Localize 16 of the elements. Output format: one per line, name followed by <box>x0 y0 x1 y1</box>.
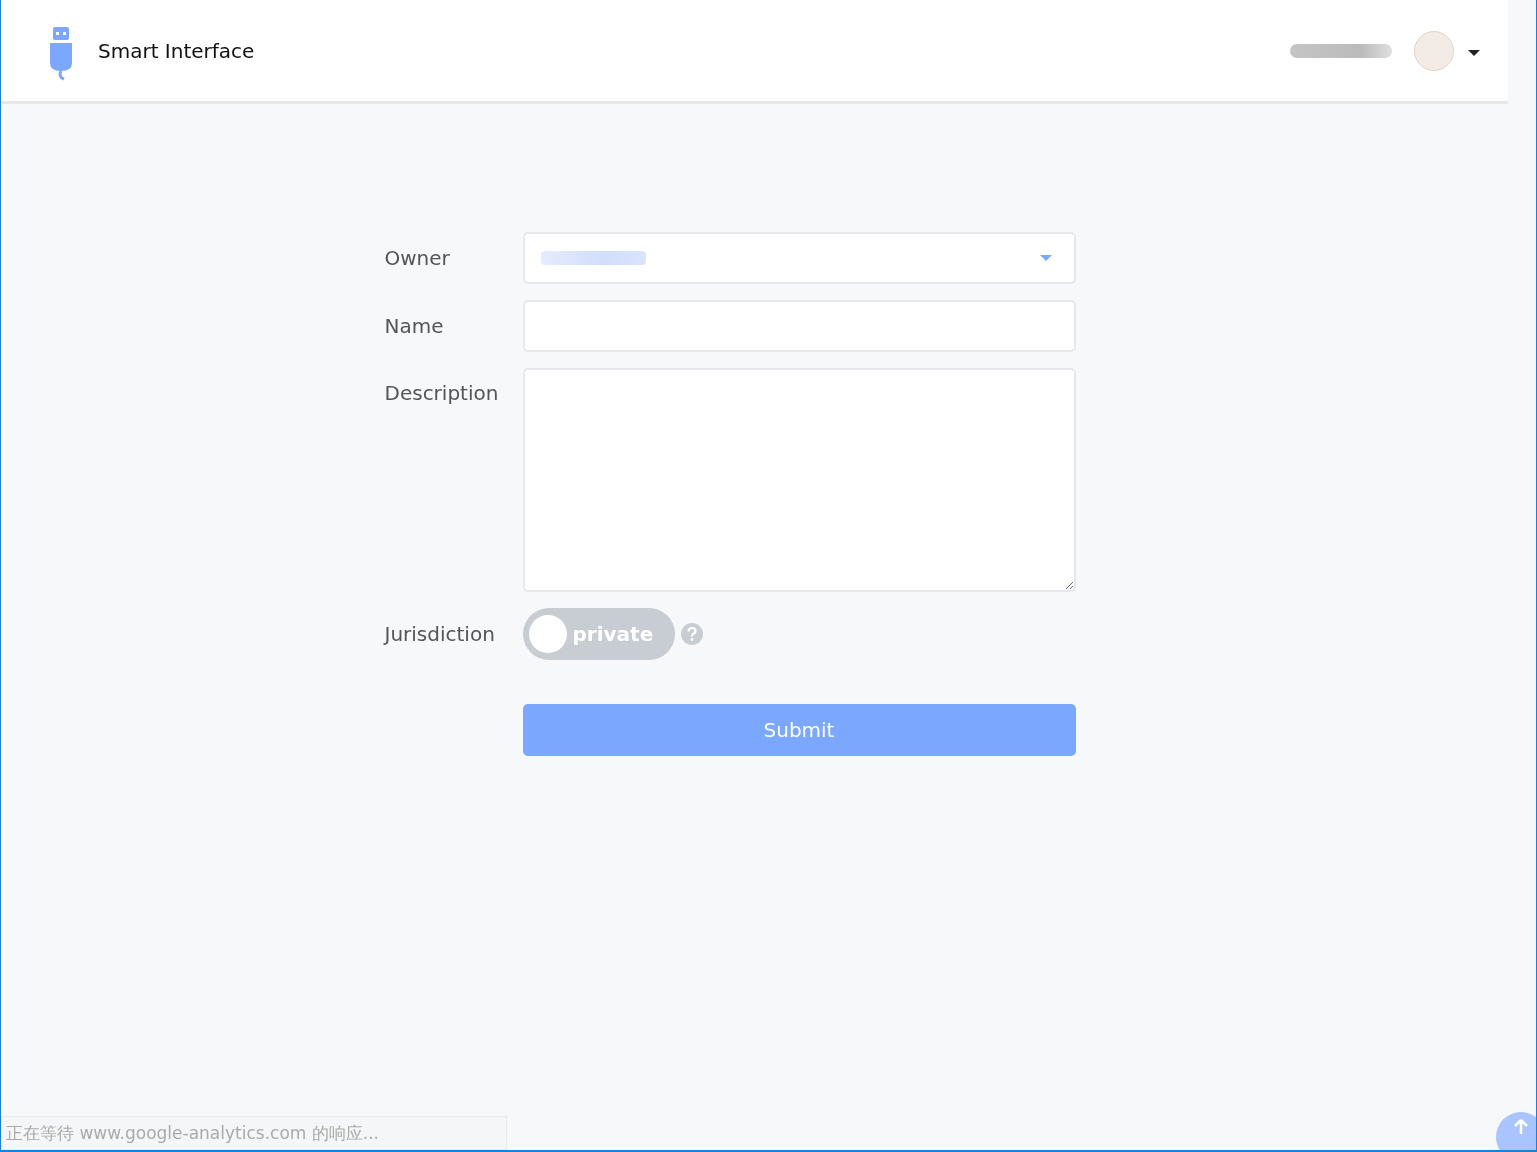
field-label: Description <box>384 380 500 407</box>
submit-button[interactable]: Submit <box>522 704 1076 756</box>
field-label: Jurisdiction <box>384 621 496 648</box>
arrow-up-icon <box>1513 1118 1529 1134</box>
avatar[interactable] <box>1414 30 1454 71</box>
status-bar: 正在等待 www.google-analytics.com 的响应... <box>1 1116 507 1150</box>
usb-plug-icon <box>48 26 74 81</box>
description-textarea[interactable] <box>522 368 1076 592</box>
name-input[interactable] <box>522 300 1076 352</box>
help-icon[interactable] <box>680 623 703 645</box>
caret-icon <box>1039 254 1052 262</box>
owner-dropdown[interactable] <box>522 232 1076 284</box>
field-label: Name <box>384 313 445 340</box>
field-label: Owner <box>384 245 451 272</box>
app-title: Smart Interface <box>98 38 255 63</box>
caret-icon[interactable] <box>1468 48 1480 57</box>
